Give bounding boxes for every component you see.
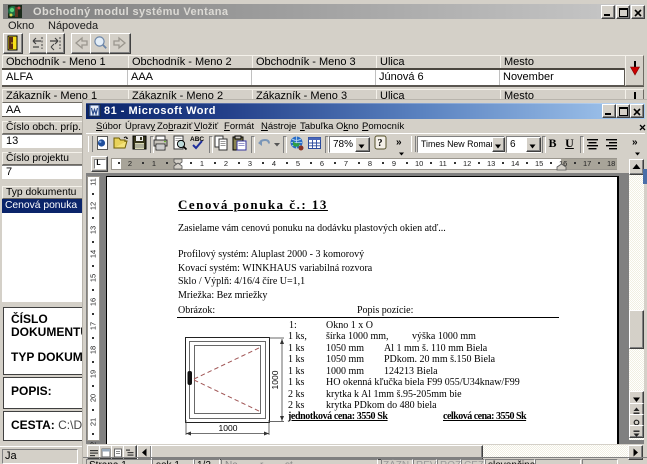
svg-text:?: ? [378, 138, 383, 149]
svg-text:1000: 1000 [270, 370, 280, 389]
svg-text:1000: 1000 [219, 423, 238, 433]
